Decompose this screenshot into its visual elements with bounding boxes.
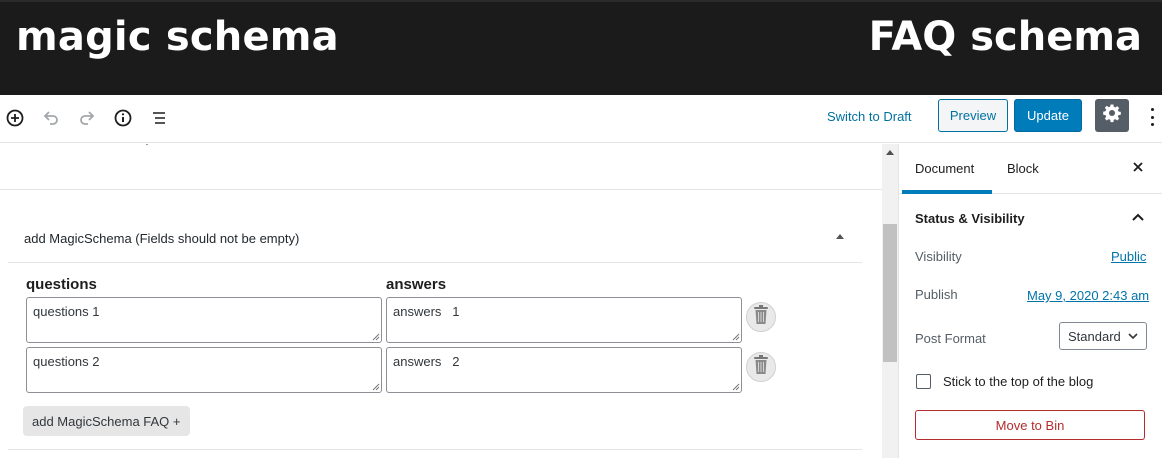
answer-text: answers 2 xyxy=(393,354,460,369)
settings-button[interactable] xyxy=(1095,99,1129,132)
publish-label: Publish xyxy=(915,287,958,302)
magicschema-metabox: add MagicSchema (Fields should not be em… xyxy=(8,214,862,450)
visibility-link[interactable]: Public xyxy=(1111,249,1146,264)
more-vertical-icon xyxy=(1150,108,1154,111)
update-button[interactable]: Update xyxy=(1014,99,1082,132)
scroll-up-arrow-icon[interactable] xyxy=(886,150,894,155)
trash-icon xyxy=(751,304,771,331)
delete-row-button[interactable] xyxy=(746,302,776,332)
resize-grip-icon[interactable] xyxy=(372,383,380,391)
info-icon[interactable] xyxy=(110,105,136,131)
visibility-label: Visibility xyxy=(915,249,962,264)
editor-scrollbar[interactable] xyxy=(882,144,898,458)
trash-icon xyxy=(751,354,771,381)
sidebar-tabs: Document Block xyxy=(899,144,1162,194)
close-icon[interactable] xyxy=(1131,160,1145,174)
answer-field[interactable]: answers 2 xyxy=(386,347,742,393)
settings-sidebar: Document Block Status & Visibility Visib… xyxy=(898,144,1162,458)
chevron-down-icon xyxy=(1128,333,1138,340)
editor-canvas: add MagicSchema (Fields should not be em… xyxy=(0,144,882,458)
question-field[interactable]: questions 2 xyxy=(26,347,382,393)
publish-date-link[interactable]: May 9, 2020 2:43 am xyxy=(1027,288,1149,303)
tab-block[interactable]: Block xyxy=(1007,161,1039,176)
preview-button[interactable]: Preview xyxy=(938,99,1008,132)
list-view-icon[interactable] xyxy=(146,105,172,131)
answer-field[interactable]: answers 1 xyxy=(386,297,742,343)
banner-top-line xyxy=(0,0,1162,2)
answers-header: answers xyxy=(386,276,447,293)
post-format-select[interactable]: Standard xyxy=(1059,322,1147,350)
metabox-bottom-divider xyxy=(8,449,862,450)
question-field[interactable]: questions 1 xyxy=(26,297,382,343)
sticky-checkbox[interactable] xyxy=(916,374,931,389)
move-to-bin-button[interactable]: Move to Bin xyxy=(915,410,1145,440)
answer-text: answers 1 xyxy=(393,304,460,319)
add-block-icon[interactable] xyxy=(2,105,28,131)
question-text: questions 1 xyxy=(33,304,100,319)
banner: magic schema FAQ schema xyxy=(0,0,1162,95)
status-visibility-title[interactable]: Status & Visibility xyxy=(915,211,1025,226)
banner-title-left: magic schema xyxy=(16,14,339,60)
active-tab-indicator xyxy=(902,190,992,194)
sticky-label[interactable]: Stick to the top of the blog xyxy=(943,374,1093,389)
resize-grip-icon[interactable] xyxy=(732,333,740,341)
resize-grip-icon[interactable] xyxy=(372,333,380,341)
post-format-label: Post Format xyxy=(915,331,986,346)
questions-header: questions xyxy=(26,276,97,293)
chevron-up-icon[interactable] xyxy=(1131,210,1145,224)
undo-icon[interactable] xyxy=(38,105,64,131)
switch-to-draft-button[interactable]: Switch to Draft xyxy=(827,109,912,124)
add-faq-button[interactable]: add MagicSchema FAQ + xyxy=(23,406,190,436)
redo-icon[interactable] xyxy=(74,105,100,131)
metabox-title: add MagicSchema (Fields should not be em… xyxy=(24,231,300,246)
resize-grip-icon[interactable] xyxy=(732,383,740,391)
tab-document[interactable]: Document xyxy=(915,161,974,176)
editor-divider xyxy=(0,189,882,190)
post-format-value: Standard xyxy=(1068,328,1121,344)
banner-title-right: FAQ schema xyxy=(868,14,1142,60)
editor-toolbar: Switch to Draft Preview Update xyxy=(0,95,1162,143)
scrollbar-thumb[interactable] xyxy=(883,224,897,362)
collapse-arrow-icon[interactable] xyxy=(836,234,844,239)
question-text: questions 2 xyxy=(33,354,100,369)
divider-speck xyxy=(146,144,148,145)
metabox-header[interactable]: add MagicSchema (Fields should not be em… xyxy=(8,214,862,263)
more-options-button[interactable] xyxy=(1146,105,1158,129)
delete-row-button[interactable] xyxy=(746,352,776,382)
gear-icon xyxy=(1102,103,1122,128)
